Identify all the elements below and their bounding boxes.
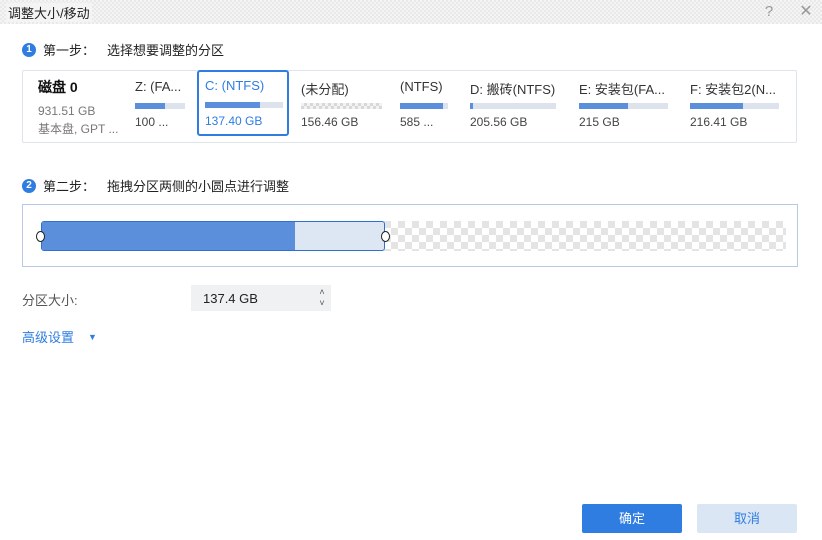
window-title: 调整大小/移动 [6, 3, 92, 22]
partition-unallocated[interactable]: (未分配) 156.46 GB [293, 71, 388, 137]
step-one-heading: 1 第一步： 选择想要调整的分区 [22, 40, 224, 59]
partition-f[interactable]: F: 安装包2(N... 216.41 GB [682, 71, 785, 137]
triangle-down-icon: ▼ [88, 331, 97, 342]
partition-label: E: 安装包(FA... [579, 82, 665, 97]
step-two-prefix: 第二步： [43, 179, 96, 194]
title-bar: 调整大小/移动 ? ✕ [0, 0, 822, 24]
partition-size: 205.56 GB [470, 115, 528, 129]
partition-usage-bar [690, 103, 779, 109]
partition-usage-bar [470, 103, 556, 109]
disk-info: 磁盘 0 931.51 GB 基本盘, GPT ... [38, 77, 133, 138]
partition-label: F: 安装包2(N... [690, 82, 776, 97]
partition-label: C: (NTFS) [205, 78, 265, 93]
partition-used-space [42, 222, 296, 250]
partition-usage-bar [301, 103, 382, 109]
chevron-down-icon[interactable]: ˅ [319, 298, 324, 309]
partition-label: Z: (FA... [135, 79, 182, 94]
disk-name: 磁盘 0 [38, 79, 78, 95]
partition-label: D: 搬砖(NTFS) [470, 82, 556, 97]
chevron-up-icon[interactable]: ˄ [319, 287, 324, 298]
advanced-settings-toggle[interactable]: 高级设置 ▼ [22, 327, 97, 346]
partition-d[interactable]: D: 搬砖(NTFS) 205.56 GB [462, 71, 562, 137]
partition-size: 215 GB [579, 115, 620, 129]
disk-type: 基本盘, GPT ... [38, 122, 119, 136]
partition-label: (NTFS) [400, 79, 443, 94]
partition-size: 100 ... [135, 115, 169, 129]
partition-size-value[interactable]: 137.4 GB [203, 291, 313, 306]
partition-size-input[interactable]: 137.4 GB ˄ ˅ [191, 285, 331, 311]
close-icon[interactable]: ✕ [795, 1, 817, 23]
partition-usage-bar [579, 103, 668, 109]
partition-size-label: 分区大小: [22, 293, 78, 308]
partition-size: 585 ... [400, 115, 434, 129]
partition-z[interactable]: Z: (FA... 100 ... [127, 71, 191, 137]
partition-label: (未分配) [301, 82, 349, 97]
partition-e[interactable]: E: 安装包(FA... 215 GB [571, 71, 674, 137]
partition-ntfs[interactable]: (NTFS) 585 ... [392, 71, 454, 137]
ok-button[interactable]: 确定 [582, 504, 682, 533]
cancel-button[interactable]: 取消 [697, 504, 797, 533]
partition-size: 156.46 GB [301, 115, 359, 129]
partition-size: 216.41 GB [690, 115, 748, 129]
step-two-text: 拖拽分区两侧的小圆点进行调整 [107, 179, 290, 194]
partition-c[interactable]: C: (NTFS) 137.40 GB [197, 70, 289, 136]
right-resize-handle[interactable] [381, 231, 390, 242]
partition-block[interactable] [41, 221, 385, 251]
resize-area [22, 204, 798, 267]
left-resize-handle[interactable] [36, 231, 45, 242]
step-two-heading: 2 第二步： 拖拽分区两侧的小圆点进行调整 [22, 176, 289, 195]
partition-usage-bar [135, 103, 185, 109]
partition-usage-bar [205, 102, 283, 108]
partition-strip: 磁盘 0 931.51 GB 基本盘, GPT ... Z: (FA... 10… [22, 70, 797, 143]
step-one-prefix: 第一步： [43, 43, 96, 58]
advanced-settings-label: 高级设置 [22, 330, 75, 345]
partition-usage-bar [400, 103, 448, 109]
partition-size: 137.40 GB [205, 114, 263, 128]
step-one-badge: 1 [22, 42, 36, 57]
step-one-text: 选择想要调整的分区 [107, 43, 225, 58]
step-two-badge: 2 [22, 178, 36, 193]
disk-size: 931.51 GB [38, 104, 96, 118]
size-stepper[interactable]: ˄ ˅ [313, 287, 331, 309]
help-icon[interactable]: ? [758, 1, 780, 23]
